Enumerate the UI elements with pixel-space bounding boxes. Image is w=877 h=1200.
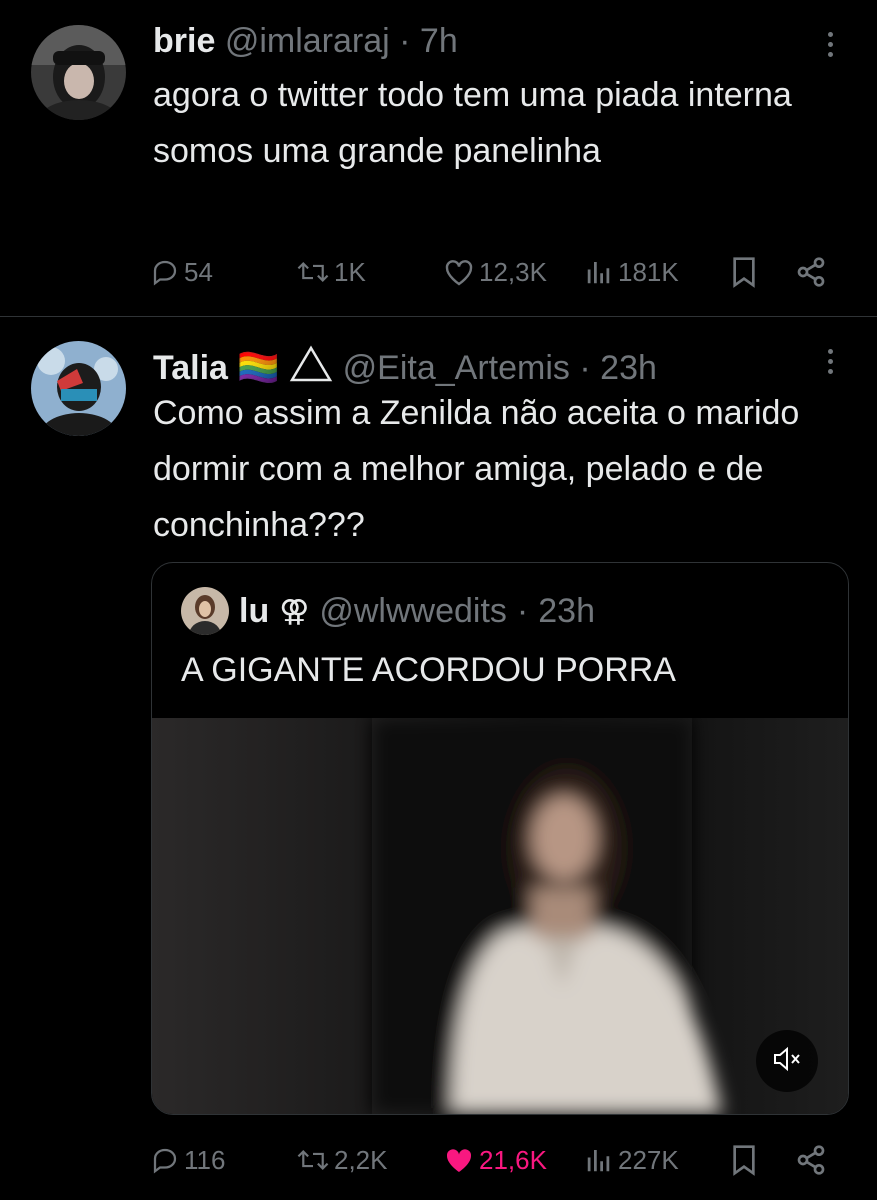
avatar[interactable]	[181, 587, 229, 635]
like-button[interactable]: 12,3K	[443, 252, 547, 292]
like-icon	[443, 1145, 475, 1175]
reply-button[interactable]: 116	[150, 1140, 225, 1180]
retweet-count: 1K	[334, 256, 366, 287]
reply-count: 54	[184, 256, 213, 287]
quote-author-handle[interactable]: @wlwwedits	[319, 592, 507, 631]
tweet-text: agora o twitter todo tem uma piada inter…	[153, 76, 792, 170]
share-icon	[795, 256, 827, 288]
author-name[interactable]: brie	[153, 22, 215, 60]
reply-count: 116	[184, 1144, 226, 1175]
action-bar: 116 2,2K 21,6K 227K	[150, 1140, 840, 1180]
like-count: 12,3K	[479, 256, 547, 287]
share-button[interactable]	[795, 1140, 827, 1180]
quoted-tweet[interactable]: lu ⚢ @wlwwedits · 23h A GIGANTE ACORDOU …	[151, 562, 849, 1115]
bookmark-icon	[730, 256, 758, 288]
reply-icon	[150, 1145, 180, 1175]
bookmark-icon	[730, 1144, 758, 1176]
tweet[interactable]: Talia 🏳️‍🌈 @Eita_Artemis · 23h Como assi…	[0, 317, 877, 1200]
quote-author-name[interactable]: lu	[239, 592, 269, 631]
quote-text: A GIGANTE ACORDOU PORRA	[181, 651, 676, 689]
avatar[interactable]	[31, 25, 126, 120]
retweet-button[interactable]: 1K	[296, 252, 366, 292]
mute-button[interactable]	[756, 1030, 818, 1092]
avatar[interactable]	[31, 341, 126, 436]
reply-button[interactable]: 54	[150, 252, 213, 292]
separator: ·	[516, 591, 529, 630]
views-count: 181K	[618, 256, 679, 287]
tweet-text: Como assim a Zenilda não aceita o marido…	[153, 394, 800, 544]
action-bar: 54 1K 12,3K 181K	[150, 252, 840, 292]
name-emoji: 🏳️‍🌈	[237, 349, 280, 387]
like-icon	[443, 257, 475, 287]
share-button[interactable]	[795, 252, 827, 292]
like-button[interactable]: 21,6K	[443, 1140, 547, 1180]
views-button[interactable]: 227K	[584, 1140, 679, 1180]
quote-name-symbol: ⚢	[279, 594, 310, 628]
tweet[interactable]: brie @imlararaj · 7h agora o twitter tod…	[0, 0, 877, 317]
author-handle[interactable]: @imlararaj	[225, 22, 390, 60]
retweet-icon	[296, 257, 330, 287]
quote-header: lu ⚢ @wlwwedits · 23h	[181, 587, 595, 635]
views-icon	[584, 1145, 614, 1175]
mute-icon	[772, 1046, 802, 1077]
like-count: 21,6K	[479, 1144, 547, 1175]
author-name[interactable]: Talia	[153, 349, 228, 387]
views-button[interactable]: 181K	[584, 252, 679, 292]
timestamp[interactable]: 7h	[420, 22, 458, 60]
more-icon[interactable]	[827, 349, 835, 379]
timestamp[interactable]: 23h	[600, 349, 657, 387]
quote-timestamp[interactable]: 23h	[538, 592, 595, 631]
share-icon	[795, 1144, 827, 1176]
reply-icon	[150, 257, 180, 287]
bookmark-button[interactable]	[730, 252, 758, 292]
video-player[interactable]	[152, 718, 848, 1114]
retweet-count: 2,2K	[334, 1144, 388, 1175]
more-icon[interactable]	[827, 32, 835, 62]
views-icon	[584, 257, 614, 287]
separator: ·	[579, 349, 591, 387]
separator: ·	[399, 22, 411, 60]
video-frame	[152, 718, 848, 1114]
author-handle[interactable]: @Eita_Artemis	[343, 349, 570, 387]
bookmark-button[interactable]	[730, 1140, 758, 1180]
views-count: 227K	[618, 1144, 679, 1175]
retweet-button[interactable]: 2,2K	[296, 1140, 388, 1180]
retweet-icon	[296, 1145, 330, 1175]
tweet-header: brie @imlararaj · 7h	[153, 21, 458, 61]
